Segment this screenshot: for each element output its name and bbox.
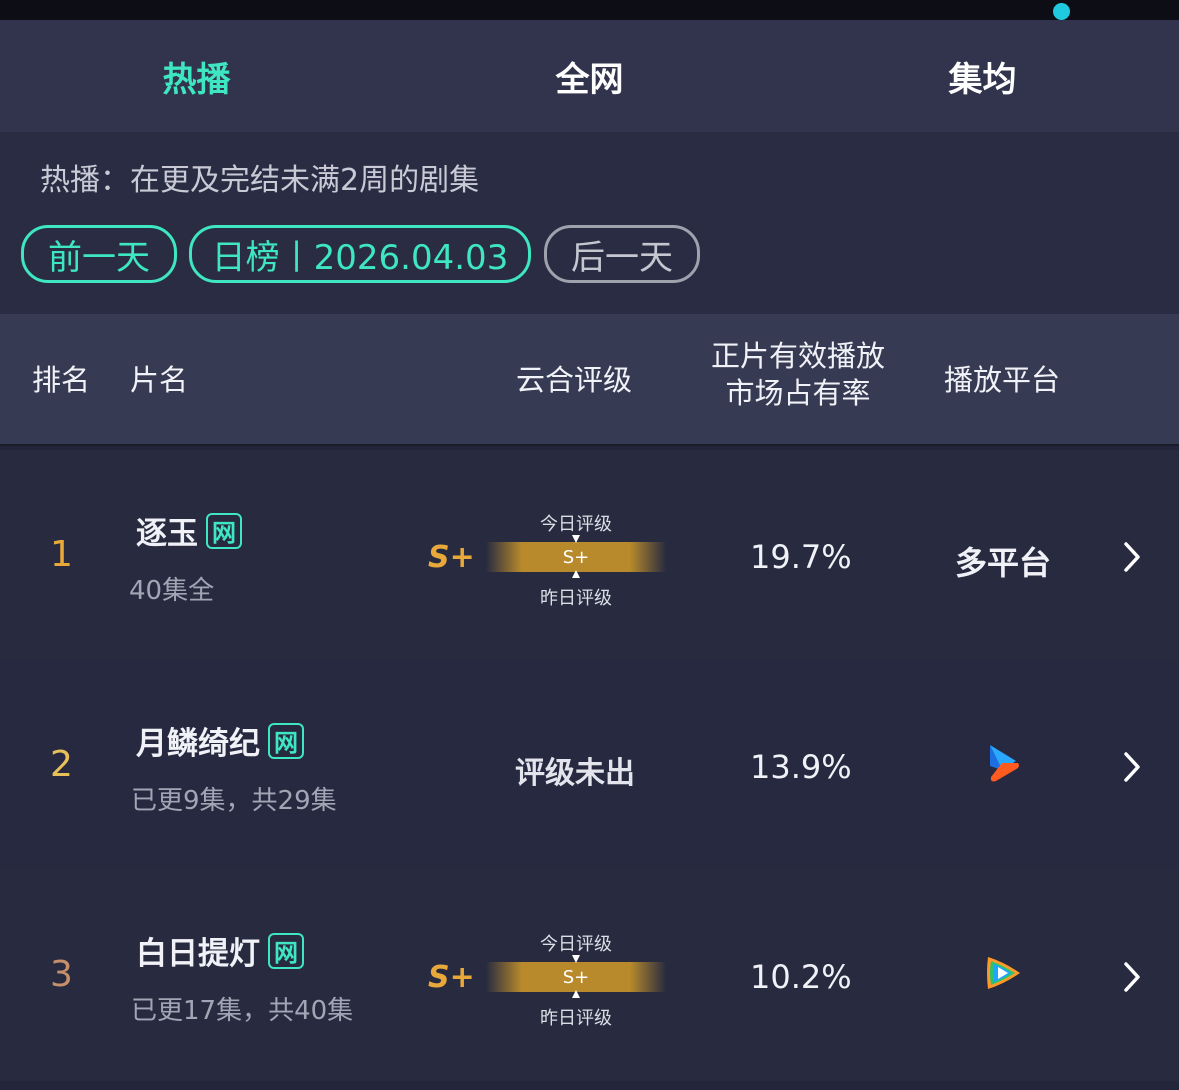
rating-bar: S+ <box>486 542 666 572</box>
header-rank: 排名 <box>32 363 91 397</box>
yesterday-rating-label: 昨日评级 <box>540 588 612 609</box>
youku-play-icon <box>990 745 1019 782</box>
web-series-badge: 网 <box>206 512 242 549</box>
header-share-line2: 市场占有率 <box>725 376 871 410</box>
show-title: 月鳞绮纪 网 <box>136 718 304 763</box>
table-row[interactable]: 1 逐玉 网 40集全 S+ 今日评级 S+ 昨日评级 19.7% 多平台 <box>0 450 1179 660</box>
episode-info: 40集全 <box>129 576 215 606</box>
rating-grade: S+ <box>428 540 475 575</box>
chevron-right-icon[interactable] <box>1120 750 1144 784</box>
tencent-video-icon <box>987 957 1020 989</box>
platform-label: 多平台 <box>955 544 1052 582</box>
rating-comparison: 今日评级 S+ 昨日评级 <box>486 928 666 1029</box>
tab-bar: 热播 全网 集均 <box>0 20 1179 145</box>
table-header: 排名 片名 云合评级 正片有效播放 市场占有率 播放平台 <box>0 314 1179 446</box>
show-title-text: 白日提灯 <box>136 936 260 972</box>
today-rating-label: 今日评级 <box>540 934 612 955</box>
show-title: 逐玉 网 <box>136 508 242 553</box>
episode-info: 已更9集，共29集 <box>131 786 337 816</box>
rating-comparison: 今日评级 S+ 昨日评级 <box>486 508 666 609</box>
tab-hot[interactable]: 热播 <box>0 20 393 132</box>
rating-bar-grade: S+ <box>562 546 590 568</box>
table-row[interactable]: 2 月鳞绮纪 网 已更9集，共29集 评级未出 13.9% <box>0 660 1179 870</box>
tab-per-episode[interactable]: 集均 <box>786 20 1179 132</box>
list-description: 热播：在更及完结未满2周的剧集 <box>40 163 480 198</box>
rank-number: 3 <box>50 954 73 995</box>
market-share: 10.2% <box>750 958 852 996</box>
today-rating-label: 今日评级 <box>540 514 612 535</box>
rating-grade: S+ <box>428 960 475 995</box>
header-platform: 播放平台 <box>944 363 1061 397</box>
header-share-line1: 正片有效播放 <box>710 339 885 373</box>
next-day-button[interactable]: 后一天 <box>544 225 700 283</box>
date-selector[interactable]: 日榜丨2026.04.03 <box>189 225 531 283</box>
show-title: 白日提灯 网 <box>136 928 304 973</box>
market-share: 19.7% <box>750 538 852 576</box>
tab-all-network[interactable]: 全网 <box>393 20 786 132</box>
header-market-share: 正片有效播放 市场占有率 <box>700 338 896 412</box>
web-series-badge: 网 <box>268 932 304 969</box>
up-arrow-icon <box>572 990 580 998</box>
header-title: 片名 <box>130 363 189 397</box>
up-arrow-icon <box>572 570 580 578</box>
rank-number: 2 <box>50 744 73 785</box>
yesterday-rating-label: 昨日评级 <box>540 1008 612 1029</box>
show-title-text: 月鳞绮纪 <box>136 726 260 762</box>
header-rating: 云合评级 <box>516 363 633 397</box>
episode-info: 已更17集，共40集 <box>131 996 354 1026</box>
market-share: 13.9% <box>750 748 852 786</box>
down-arrow-icon <box>572 955 580 963</box>
chevron-right-icon[interactable] <box>1120 540 1144 574</box>
status-dot <box>1053 3 1070 20</box>
prev-day-button[interactable]: 前一天 <box>21 225 177 283</box>
down-arrow-icon <box>572 535 580 543</box>
rating-status: 评级未出 <box>515 756 635 791</box>
chevron-right-icon[interactable] <box>1120 960 1144 994</box>
rank-number: 1 <box>50 534 73 575</box>
show-title-text: 逐玉 <box>136 516 198 552</box>
web-series-badge: 网 <box>268 722 304 759</box>
rating-bar-grade: S+ <box>562 966 590 988</box>
status-bar <box>0 0 1179 20</box>
table-row[interactable]: 3 白日提灯 网 已更17集，共40集 S+ 今日评级 S+ 昨日评级 10.2… <box>0 870 1179 1081</box>
rating-bar: S+ <box>486 962 666 992</box>
